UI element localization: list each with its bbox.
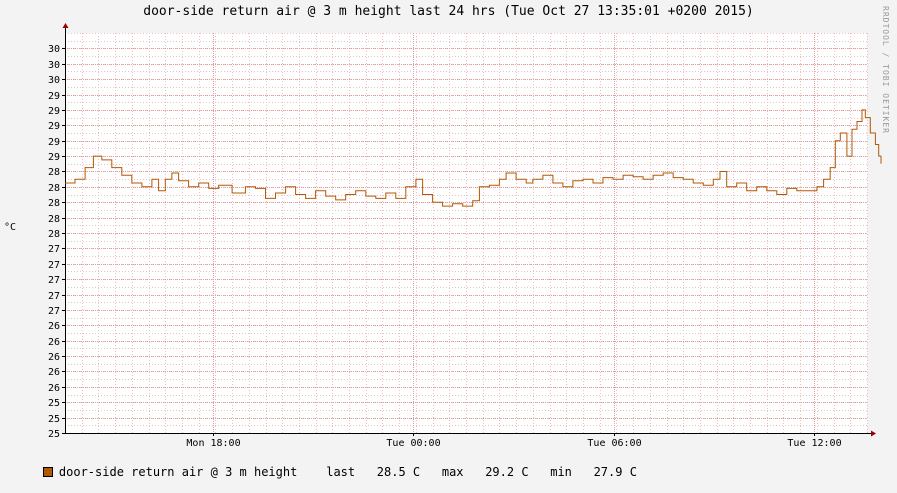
y-tick-label: 30 xyxy=(48,75,60,86)
y-tick-label: 27 xyxy=(48,275,60,286)
plot-area: 25 25 25 26 26 26 26 26 27 27 27 27 27 28 28 28 28 28 29 29… xyxy=(48,23,882,449)
y-tick-label: 28 xyxy=(48,198,60,209)
y-tick-label: 26 xyxy=(48,352,60,363)
y-tick-label: 25 xyxy=(48,398,60,409)
y-tick-label: 29 xyxy=(48,106,60,117)
y-tick-label: 30 xyxy=(48,60,60,71)
legend-series-name: door-side return air @ 3 m height xyxy=(58,465,298,479)
y-tick-label: 25 xyxy=(48,429,60,440)
y-tick-label: 29 xyxy=(48,121,60,132)
chart: door-side return air @ 3 m height last 2… xyxy=(0,0,897,479)
y-tick-label: 26 xyxy=(48,321,60,332)
y-tick-label: 26 xyxy=(48,337,60,348)
y-axis-arrow xyxy=(62,23,69,28)
y-tick-label: 27 xyxy=(48,306,60,317)
y-tick-label: 28 xyxy=(48,229,60,240)
x-axis-arrow xyxy=(871,430,876,437)
x-tick-label: Tue 12:00 xyxy=(787,438,841,449)
y-tick-label: 27 xyxy=(48,291,60,302)
y-tick-label: 28 xyxy=(48,167,60,178)
y-tick-label: 30 xyxy=(48,44,60,55)
y-tick-label: 26 xyxy=(48,383,60,394)
y-tick-label: 26 xyxy=(48,367,60,378)
x-tick-label: Tue 06:00 xyxy=(587,438,641,449)
y-tick-label: 29 xyxy=(48,91,60,102)
y-tick-label: 28 xyxy=(48,183,60,194)
x-tick-label: Mon 18:00 xyxy=(186,438,240,449)
y-tick-label: 27 xyxy=(48,244,60,255)
legend: door-side return air @ 3 m height last 2… xyxy=(14,451,637,493)
y-tick-label: 28 xyxy=(48,214,60,225)
x-tick-label: Tue 00:00 xyxy=(386,438,440,449)
legend-min: min 27.9 C xyxy=(550,465,637,479)
y-tick-label: 27 xyxy=(48,260,60,271)
y-tick-label: 29 xyxy=(48,137,60,148)
y-tick-label: 29 xyxy=(48,152,60,163)
legend-max: max 29.2 C xyxy=(441,465,529,479)
y-tick-label: 25 xyxy=(48,414,60,425)
legend-last: last 28.5 C xyxy=(326,465,421,479)
legend-swatch xyxy=(42,467,53,477)
